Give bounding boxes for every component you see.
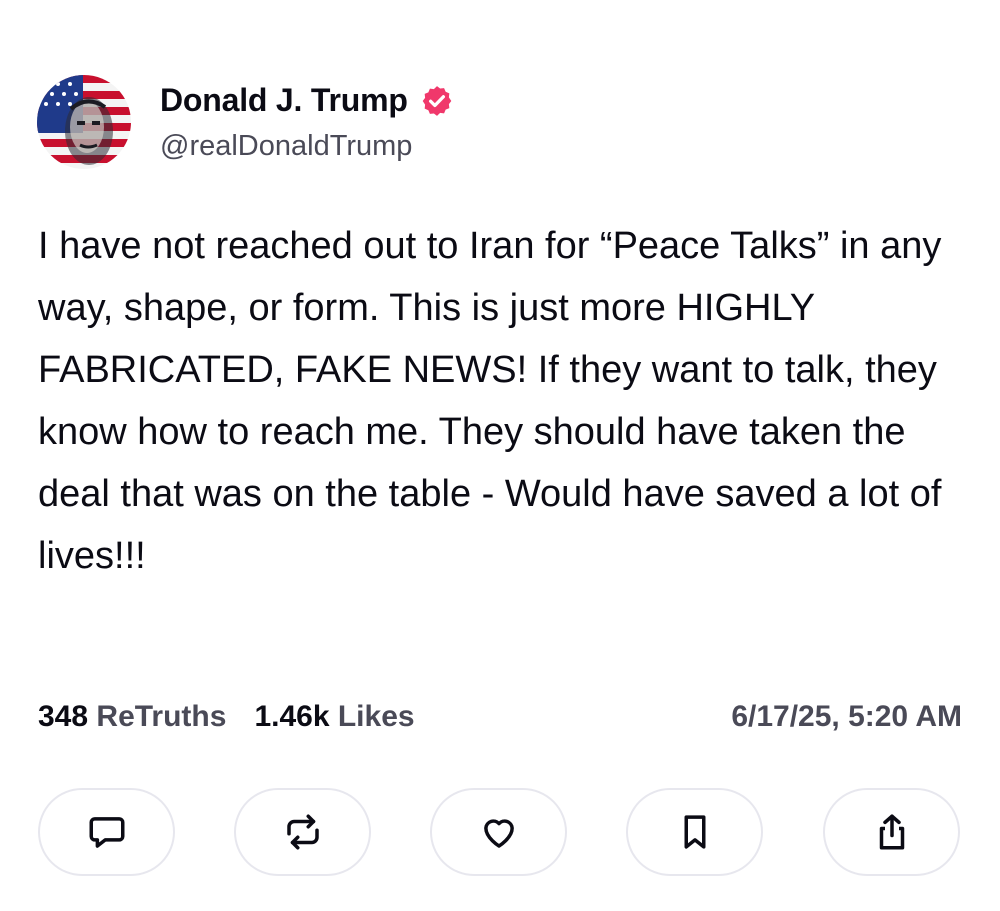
flag-portrait-avatar-icon (37, 75, 131, 169)
author-handle[interactable]: @realDonaldTrump (160, 130, 412, 163)
likes-stat[interactable]: 1.46k Likes (254, 700, 414, 734)
bookmark-icon (684, 815, 705, 849)
share-icon (879, 814, 904, 850)
avatar[interactable] (37, 75, 131, 169)
comment-icon (89, 817, 124, 848)
display-name-text: Donald J. Trump (160, 82, 408, 118)
reply-button[interactable] (38, 788, 175, 876)
author-display-name[interactable]: Donald J. Trump (160, 82, 454, 119)
retruth-button[interactable] (234, 788, 371, 876)
like-button[interactable] (430, 788, 567, 876)
post-stats: 348 ReTruths 1.46k Likes (38, 700, 415, 734)
heart-icon (483, 819, 514, 848)
share-button[interactable] (823, 788, 960, 876)
bookmark-button[interactable] (626, 788, 763, 876)
post-text: I have not reached out to Iran for “Peac… (38, 225, 942, 577)
post-card: Donald J. Trump @realDonaldTrump I have … (0, 0, 1000, 911)
verified-badge-icon (420, 84, 454, 118)
likes-count: 1.46k (254, 700, 330, 733)
likes-label: Likes (337, 700, 415, 733)
repost-icon (286, 814, 319, 850)
retruths-stat[interactable]: 348 ReTruths (38, 700, 226, 734)
retruths-label: ReTruths (96, 700, 227, 733)
post-timestamp[interactable]: 6/17/25, 5:20 AM (731, 700, 962, 734)
retruths-count: 348 (38, 700, 89, 733)
